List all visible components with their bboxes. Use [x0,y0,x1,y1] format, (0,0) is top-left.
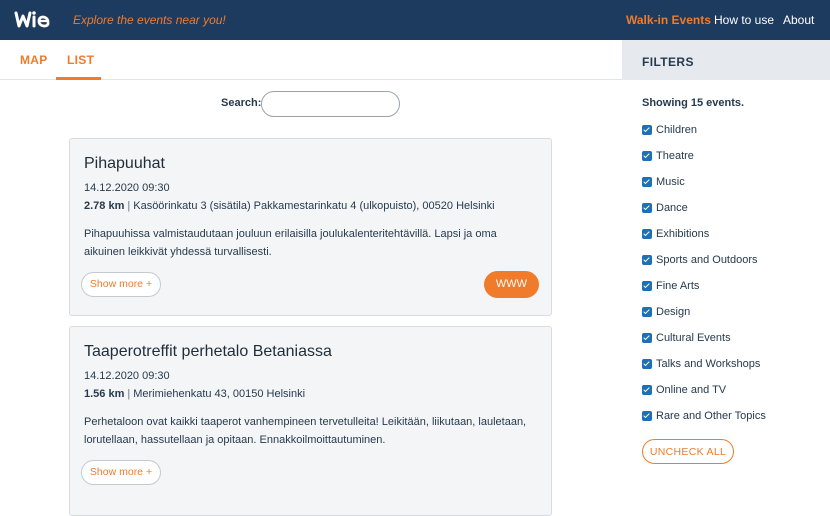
event-date: 14.12.2020 09:30 [84,182,170,194]
event-description: Perhetaloon ovat kaikki taaperot vanhemp… [84,416,527,446]
filter-label: Fine Arts [656,280,700,292]
nav-about[interactable]: About [783,13,814,27]
event-card: Taaperotreffit perhetalo Betaniassa 14.1… [69,326,552,516]
filters-header: FILTERS [622,40,830,80]
filter-label: Online and TV [656,384,727,396]
filter-label: Exhibitions [656,228,710,240]
event-description: Pihapuuhissa valmistaudutaan jouluun eri… [84,228,497,258]
checkbox-checked[interactable] [642,125,652,135]
checkbox-checked[interactable] [642,229,652,239]
filter-label: Children [656,124,697,136]
checkbox-checked[interactable] [642,203,652,213]
checkbox-checked[interactable] [642,151,652,161]
event-address: Merimiehenkatu 43, 00150 Helsinki [133,388,306,400]
checkbox-checked[interactable] [642,255,652,265]
top-navbar: Explore the events near you! Walk-in Eve… [0,0,830,40]
filter-label: Music [656,176,685,188]
checkbox-checked[interactable] [642,177,652,187]
event-title[interactable]: Pihapuuhat [84,155,165,173]
filter-label: Sports and Outdoors [656,254,758,266]
checkbox-checked[interactable] [642,307,652,317]
tab-map[interactable]: MAP [20,53,48,67]
nav-walk-in-events[interactable]: Walk-in Events [626,13,711,27]
location-separator: | [127,388,131,400]
search-input[interactable] [261,91,400,117]
tab-list[interactable]: LIST [67,53,94,67]
checkbox-checked[interactable] [642,385,652,395]
event-distance: 1.56 km [84,388,125,400]
event-distance: 2.78 km [84,200,125,212]
view-tabs: MAP LIST [0,40,622,80]
nav-how-to-use[interactable]: How to use [714,13,774,27]
checkbox-checked[interactable] [642,281,652,291]
show-more-button[interactable]: Show more + [81,272,161,297]
uncheck-all-button[interactable]: UNCHECK ALL [642,439,734,464]
event-location: 1.56 km | Merimiehenkatu 43, 00150 Helsink… [84,388,305,400]
event-location: 2.78 km | Kasöörinkatu 3 (sisätila) Pakkam… [84,200,495,212]
checkbox-checked[interactable] [642,411,652,421]
event-title[interactable]: Taaperotreffit perhetalo Betaniassa [84,343,332,361]
filter-label: Dance [656,202,688,214]
location-separator: | [127,200,131,212]
show-more-button[interactable]: Show more + [81,460,161,485]
search-label: Search: [221,97,262,109]
www-button[interactable]: WWW [484,271,539,298]
event-date: 14.12.2020 09:30 [84,370,170,382]
filter-label: Design [656,306,691,318]
active-tab-indicator [56,77,101,80]
checkbox-checked[interactable] [642,333,652,343]
filter-label: Cultural Events [656,332,731,344]
filter-label: Talks and Workshops [656,358,761,370]
events-count: Showing 15 events. [642,97,745,109]
filters-title: FILTERS [642,55,694,69]
event-card: Pihapuuhat 14.12.2020 09:30 2.78 km | Kasö… [69,138,552,316]
checkbox-checked[interactable] [642,359,652,369]
filter-label: Rare and Other Topics [656,410,766,422]
tagline: Explore the events near you! [73,13,226,27]
filter-label: Theatre [656,150,694,162]
event-address: Kasöörinkatu 3 (sisätila) Pakkamestarink… [133,200,495,212]
wie-logo[interactable] [14,9,50,31]
